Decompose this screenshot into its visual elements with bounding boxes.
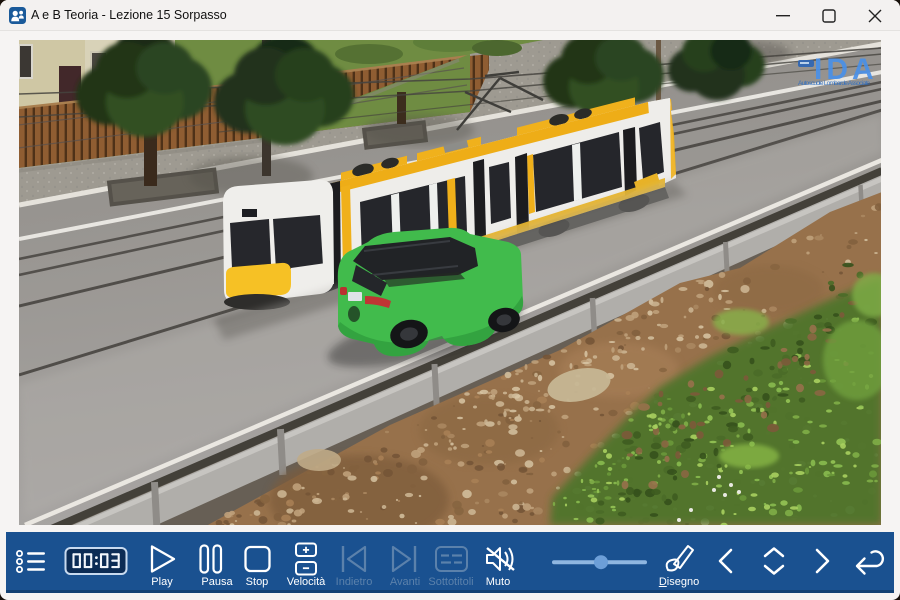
svg-text:Autoscuole Lombarde Associate: Autoscuole Lombarde Associate xyxy=(798,80,870,87)
